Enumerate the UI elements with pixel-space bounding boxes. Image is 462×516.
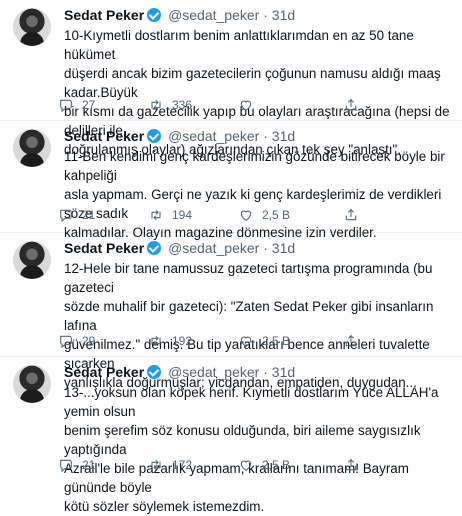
retweet-icon [151,209,161,221]
tweet-header: Sedat Peker @sedat_peker · 31d [64,239,295,257]
like-icon [240,100,252,111]
like-count: 2,5 B [262,334,291,348]
retweet-count: 194 [172,208,193,222]
reply-count: 27 [82,98,96,112]
like-button[interactable]: 2,5 B [238,333,290,349]
handle[interactable]: @sedat_peker [168,364,259,380]
retweet-icon [151,335,161,347]
share-button[interactable] [343,207,359,223]
avatar[interactable] [13,365,51,403]
verified-badge-icon [147,241,162,255]
like-count: 2,5 B [262,208,291,222]
tweet[interactable]: Sedat Peker @sedat_peker · 31d 10-Kıymet… [0,0,462,157]
like-button[interactable]: 2,5 B [238,457,290,473]
share-button[interactable] [343,97,359,113]
avatar[interactable] [13,8,51,46]
like-icon [240,336,252,347]
display-name[interactable]: Sedat Peker [64,364,144,380]
reply-icon [60,209,72,223]
reply-count: 21 [82,208,96,222]
reply-button[interactable]: 21 [58,207,95,223]
avatar[interactable] [13,241,51,279]
avatar[interactable] [13,129,51,167]
retweet-button[interactable]: 172 [148,457,192,473]
display-name[interactable]: Sedat Peker [64,7,144,23]
verified-badge-icon [147,365,162,379]
retweet-button[interactable]: 192 [148,333,192,349]
share-button[interactable] [343,457,359,473]
handle[interactable]: @sedat_peker [168,240,259,256]
reply-icon [60,335,72,349]
retweet-count: 192 [172,334,193,348]
retweet-count: 336 [172,98,193,112]
like-icon [240,210,252,221]
like-count: 2,5 B [262,458,291,472]
timestamp[interactable]: · 31d [263,364,295,380]
display-name[interactable]: Sedat Peker [64,128,144,144]
tweet-text: 11-Ben kendimi genç kardeşlerimizin gözü… [64,149,445,240]
tweet-header: Sedat Peker @sedat_peker · 31d [64,363,295,381]
tweet-header: Sedat Peker @sedat_peker · 31d [64,127,295,145]
retweet-button[interactable]: 336 [148,97,192,113]
reply-count: 21 [82,458,96,472]
reply-icon [60,459,72,473]
action-bar: 21 194 2,5 B [58,207,458,225]
action-bar: 21 172 2,5 B [58,457,458,475]
share-button[interactable] [343,333,359,349]
retweet-count: 172 [172,458,193,472]
timestamp[interactable]: · 31d [263,7,295,23]
timestamp[interactable]: · 31d [263,240,295,256]
reply-button[interactable]: 21 [58,457,95,473]
retweet-icon [151,99,161,111]
reply-button[interactable]: 29 [58,333,95,349]
verified-badge-icon [147,129,162,143]
action-bar: 27 336 [58,97,458,115]
reply-button[interactable]: 27 [58,97,95,113]
handle[interactable]: @sedat_peker [168,7,259,23]
tweet-text: 13-...yoksun olan köpek herif. Kıymetli … [64,385,439,514]
timestamp[interactable]: · 31d [263,128,295,144]
display-name[interactable]: Sedat Peker [64,240,144,256]
share-icon [345,334,357,347]
reply-count: 29 [82,334,96,348]
tweet[interactable]: Sedat Peker @sedat_peker · 31d 12-Hele b… [0,233,462,390]
retweet-button[interactable]: 194 [148,207,192,223]
tweet[interactable]: Sedat Peker @sedat_peker · 31d 13-...yok… [0,357,462,514]
tweet[interactable]: Sedat Peker @sedat_peker · 31d 11-Ben ke… [0,121,462,240]
share-icon [345,208,357,221]
share-icon [345,458,357,471]
share-icon [345,98,357,111]
verified-badge-icon [147,8,162,22]
tweet-header: Sedat Peker @sedat_peker · 31d [64,6,295,24]
like-button[interactable] [238,97,262,113]
like-button[interactable]: 2,5 B [238,207,290,223]
retweet-icon [151,459,161,471]
like-icon [240,460,252,471]
action-bar: 29 192 2,5 B [58,333,458,351]
tweet-feed: Sedat Peker @sedat_peker · 31d 10-Kıymet… [0,0,462,514]
handle[interactable]: @sedat_peker [168,128,259,144]
reply-icon [60,99,72,113]
